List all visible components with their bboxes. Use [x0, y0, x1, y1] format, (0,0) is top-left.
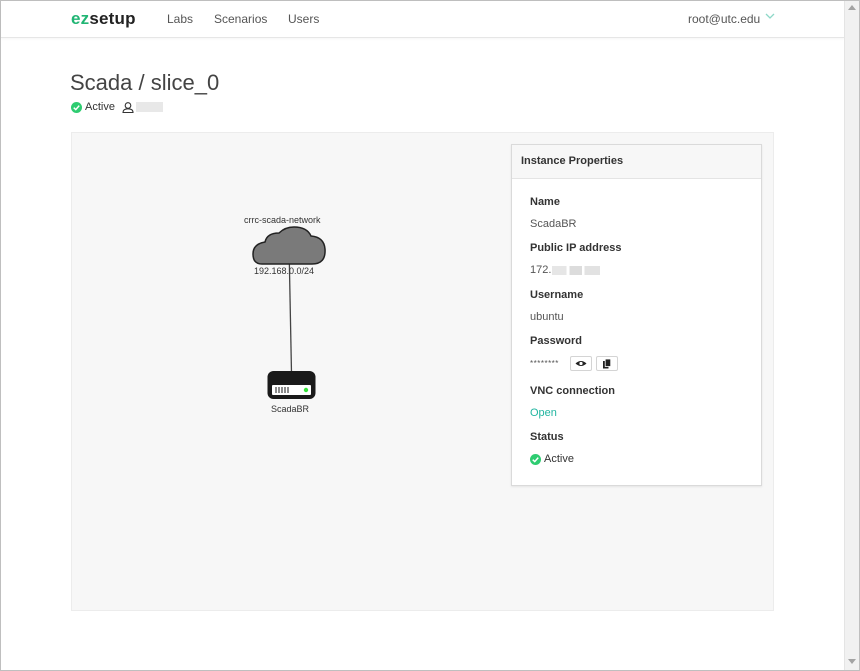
nav-scenarios[interactable]: Scenarios: [214, 12, 267, 26]
instance-name-label: ScadaBR: [271, 404, 310, 414]
public-ip-prefix: 172.: [530, 264, 552, 276]
name-value: ScadaBR: [530, 218, 577, 230]
slice-status-text: Active: [85, 101, 115, 113]
password-masked-value: ********: [530, 359, 559, 368]
instance-properties-panel: Instance Properties Name ScadaBR Public …: [511, 144, 762, 486]
brand-setup: setup: [89, 9, 136, 28]
nav-users[interactable]: Users: [288, 12, 319, 26]
network-cidr-label: 192.168.0.0/24: [254, 266, 315, 276]
public-ip-value: 172.: [530, 264, 601, 276]
instance-status: Active: [530, 453, 574, 465]
public-ip-label: Public IP address: [530, 242, 622, 254]
owner-name-redacted: [135, 102, 163, 112]
show-password-button[interactable]: [570, 356, 592, 371]
public-ip-redacted: [552, 265, 601, 275]
username-label: Username: [530, 289, 584, 301]
page-scrollbar[interactable]: [844, 1, 859, 670]
brand-logo[interactable]: ezsetup: [71, 9, 136, 29]
scroll-down-arrow-icon[interactable]: [848, 659, 856, 664]
instance-status-text: Active: [544, 453, 574, 465]
user-menu[interactable]: root@utc.edu: [688, 12, 760, 26]
copy-icon: [603, 358, 611, 368]
name-label: Name: [530, 196, 560, 208]
page-title: Scada / slice_0: [70, 70, 220, 95]
chevron-down-icon[interactable]: [765, 13, 775, 20]
user-icon: [122, 101, 134, 113]
panel-title: Instance Properties: [512, 145, 761, 179]
scroll-up-arrow-icon[interactable]: [848, 5, 856, 10]
password-label: Password: [530, 335, 582, 347]
network-name-label: crrc-scada-network: [244, 215, 321, 225]
eye-icon: [575, 361, 587, 366]
copy-password-button[interactable]: [596, 356, 618, 371]
brand-ez: ez: [71, 9, 90, 28]
nav-labs[interactable]: Labs: [167, 12, 193, 26]
vnc-open-link[interactable]: Open: [530, 407, 557, 419]
check-circle-icon: [71, 101, 82, 113]
username-value: ubuntu: [530, 311, 564, 323]
top-navbar: ezsetup Labs Scenarios Users root@utc.ed…: [1, 1, 844, 38]
router-icon[interactable]: [267, 371, 316, 399]
vnc-connection-label: VNC connection: [530, 385, 615, 397]
check-circle-icon: [530, 453, 541, 465]
cloud-icon[interactable]: [252, 226, 326, 265]
status-label: Status: [530, 431, 564, 443]
slice-status-row: Active: [71, 101, 163, 113]
